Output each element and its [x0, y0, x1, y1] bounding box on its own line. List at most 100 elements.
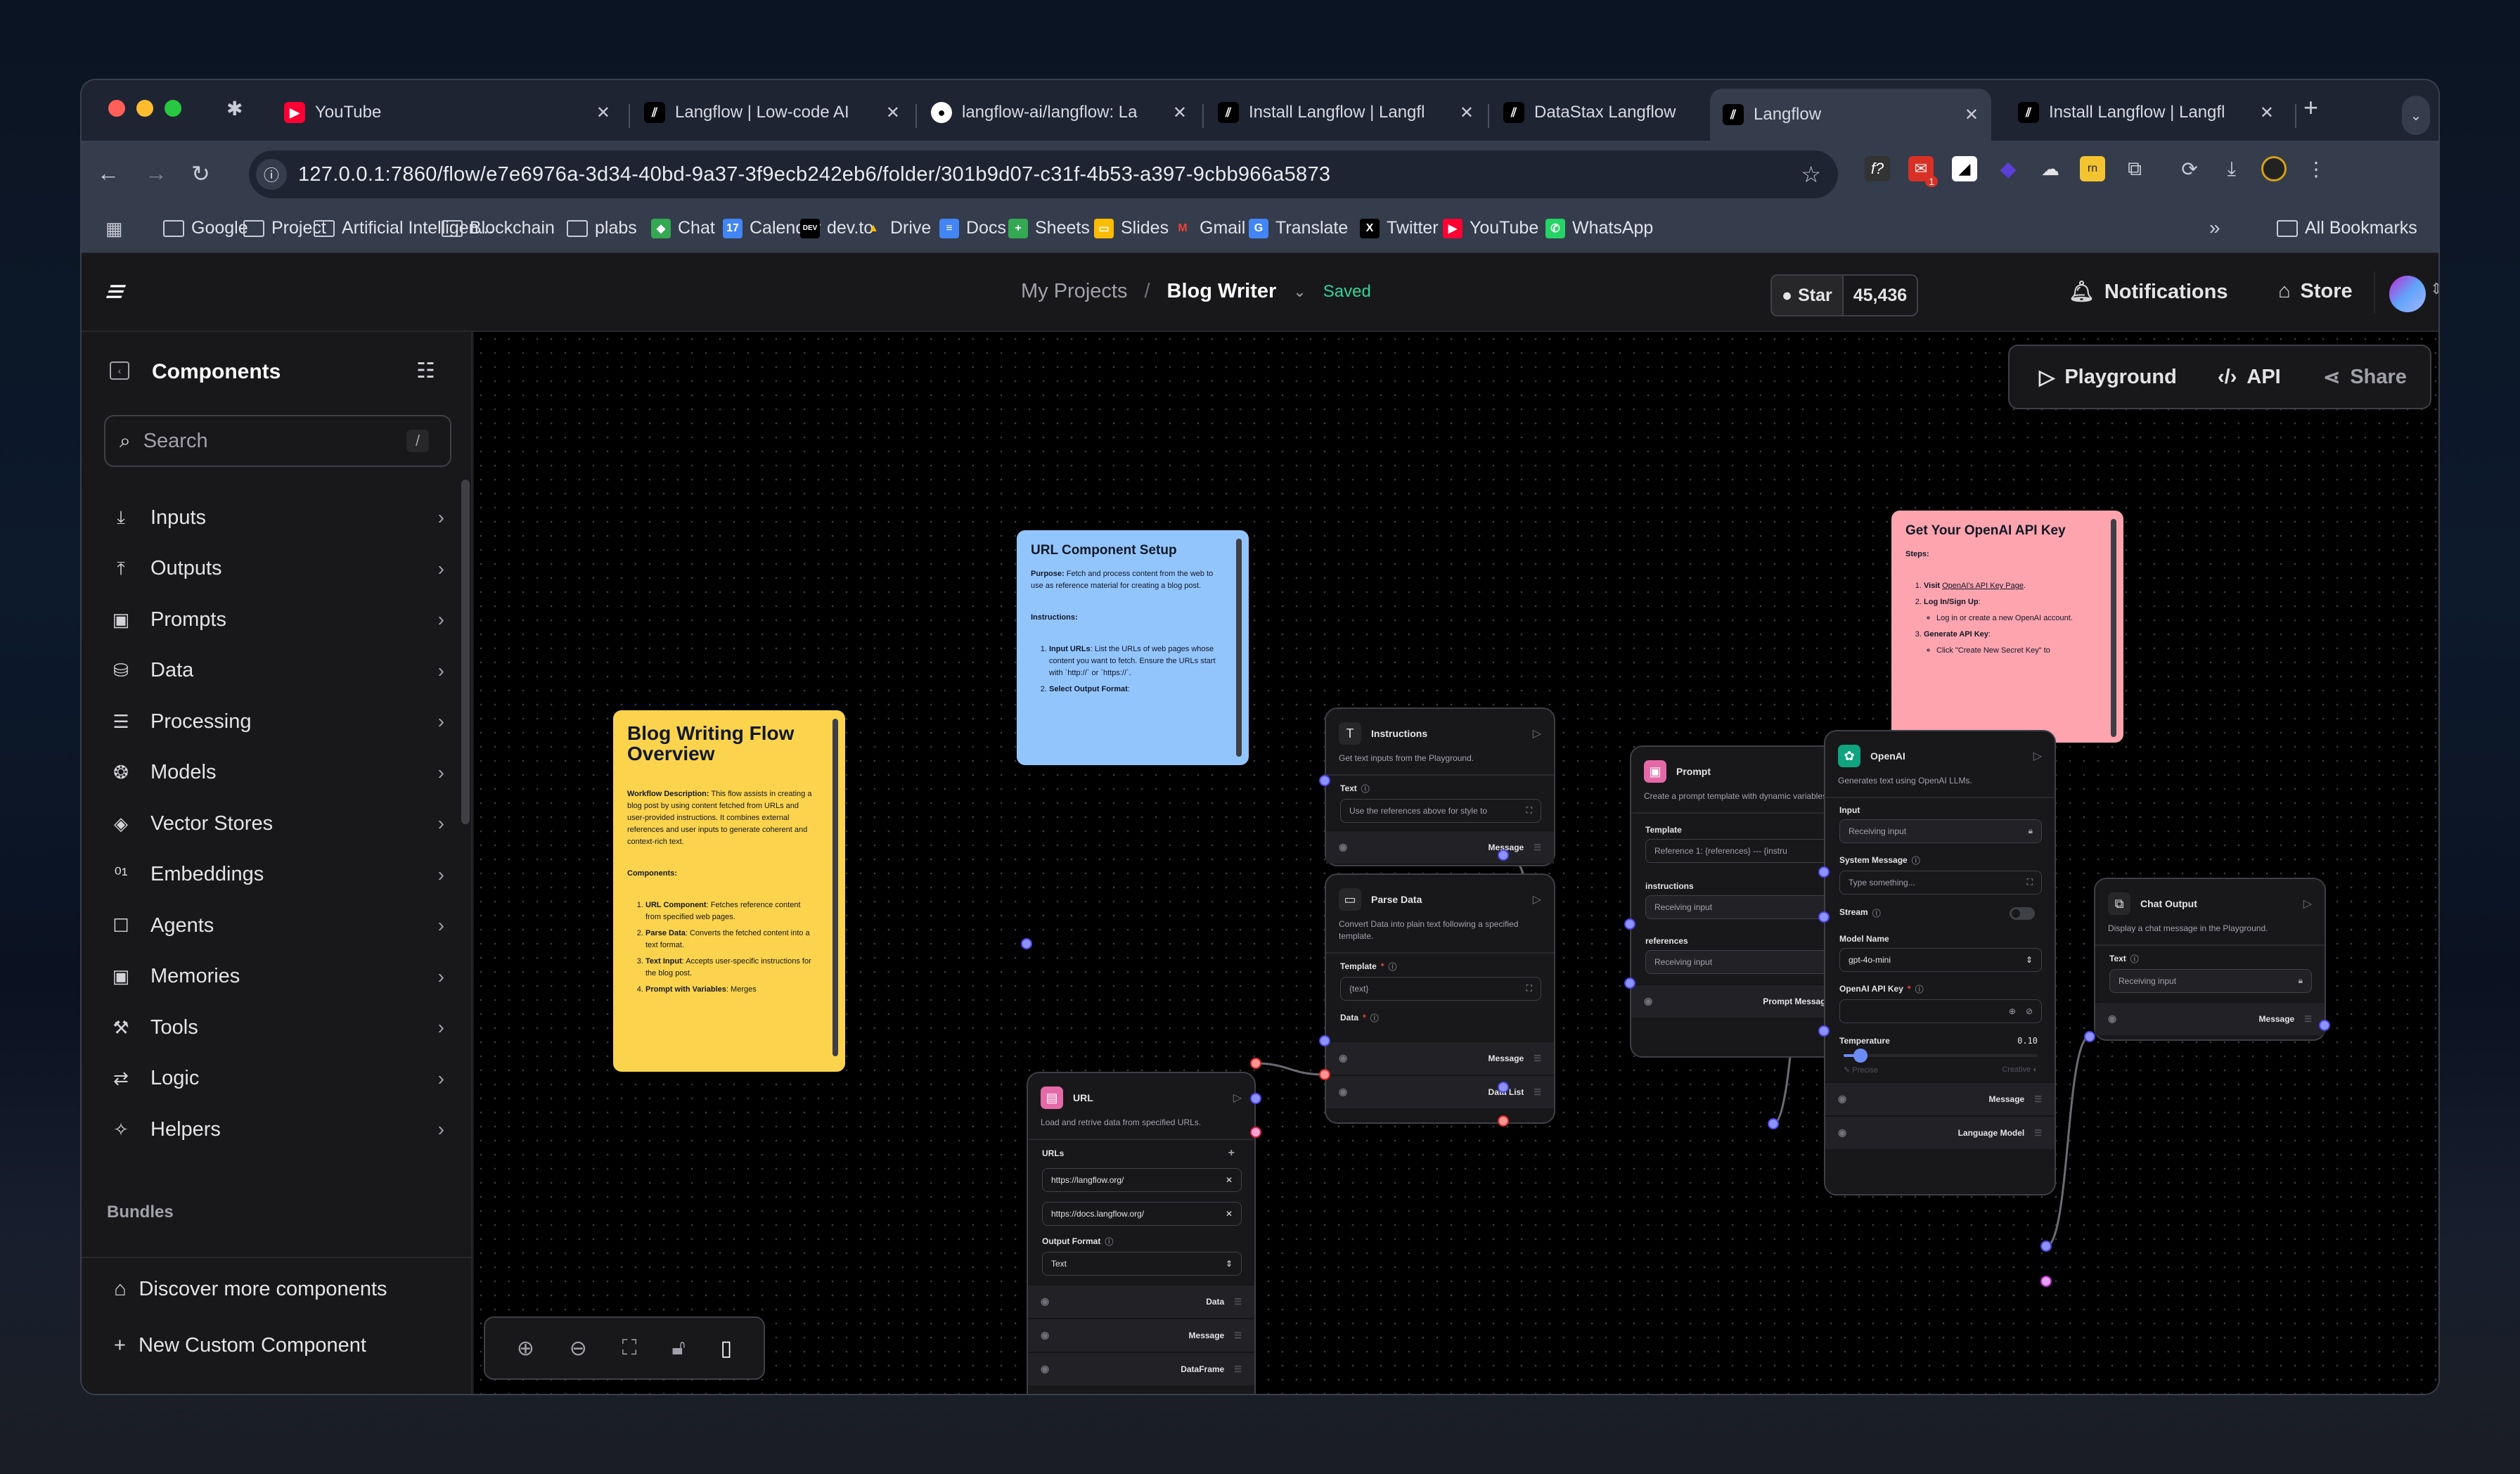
tab-install-langflow-2[interactable]: ⫽ Install Langflow | Langfl ✕	[2005, 90, 2287, 135]
output-format-select[interactable]: Text ⇕	[1042, 1251, 1242, 1276]
close-tab-icon[interactable]: ✕	[1460, 103, 1474, 123]
openai-api-key-link[interactable]: OpenAI's API Key Page	[1942, 582, 2024, 590]
node-url[interactable]: ▤ URL ▷ Load and retrive data from specifi…	[1027, 1072, 1256, 1394]
close-tab-icon[interactable]: ✕	[2260, 103, 2274, 123]
bookmark-item[interactable]: ◆ Chat	[651, 218, 715, 238]
share-button[interactable]: ⋖ Share	[2323, 365, 2407, 390]
chevron-down-icon[interactable]: ⌄	[1293, 283, 1306, 301]
performance-icon[interactable]: ⟳	[2177, 156, 2202, 181]
extension-fx-icon[interactable]: f?	[1865, 156, 1890, 181]
expand-icon[interactable]: ⛶	[1526, 983, 1532, 994]
bookmark-item[interactable]: ▭ Slides	[1094, 218, 1169, 238]
sidebar-item-data[interactable]: ⛁ Data ›	[107, 651, 444, 691]
browser-menu-icon[interactable]: ⋮	[2303, 156, 2329, 181]
more-bookmarks-button[interactable]: »	[2209, 217, 2220, 239]
inspect-output-icon[interactable]: ☰	[2034, 1128, 2042, 1138]
zoom-out-icon[interactable]: ⊖	[570, 1336, 587, 1361]
inspect-output-icon[interactable]: ☰	[2304, 1014, 2312, 1024]
close-tab-icon[interactable]: ✕	[1173, 103, 1187, 123]
expand-icon[interactable]: ⛶	[2027, 877, 2033, 887]
sidebar-item-helpers[interactable]: ✧ Helpers ›	[107, 1110, 444, 1149]
url-bar[interactable]: ⓘ 127.0.0.1:7860/flow/e7e6976a-3d34-40bd…	[249, 150, 1838, 198]
flow-name[interactable]: Blog Writer	[1167, 280, 1277, 303]
inspect-output-icon[interactable]: ☰	[1234, 1331, 1242, 1340]
prompt-instructions-input[interactable]: Receiving input🔒︎	[1645, 895, 1848, 919]
sidebar-item-outputs[interactable]: ⤒ Outputs ›	[107, 549, 444, 589]
system-message-input[interactable]: Type something... ⛶	[1839, 870, 2042, 895]
handle-instructions-input[interactable]	[1319, 775, 1330, 786]
tab-install-langflow[interactable]: ⫽ Install Langflow | Langfl ✕	[1205, 90, 1486, 135]
sidebar-item-prompts[interactable]: ▣ Prompts ›	[107, 600, 444, 639]
handle-url-data-output[interactable]	[1250, 1058, 1261, 1069]
openai-input-field[interactable]: Receiving input 🔒︎	[1839, 819, 2042, 843]
handle-prompt-instructions-input[interactable]	[1624, 918, 1635, 930]
handle-prompt-message-output[interactable]	[1768, 1118, 1779, 1129]
handle-parse-data-input[interactable]	[1319, 1069, 1330, 1080]
expand-icon[interactable]: ⛶	[1526, 805, 1532, 816]
inspect-output-icon[interactable]: ☰	[1234, 1297, 1242, 1307]
new-tab-button[interactable]: +	[2303, 93, 2318, 122]
temperature-slider[interactable]	[1844, 1048, 2038, 1063]
extensions-puzzle-icon[interactable]: ✱	[226, 97, 243, 120]
bookmark-item[interactable]: M Gmail	[1173, 218, 1245, 238]
eye-icon[interactable]: ◉	[1644, 995, 1652, 1007]
remove-url-icon[interactable]: ✕	[1226, 1209, 1233, 1219]
bookmark-item[interactable]: Blockchain	[442, 218, 555, 238]
eye-icon[interactable]: ◉	[1339, 841, 1347, 853]
prompt-template-input[interactable]: Reference 1: {references} --- {instru⛶	[1645, 838, 1848, 863]
breadcrumb-my-projects[interactable]: My Projects	[1021, 280, 1127, 303]
run-component-icon[interactable]: ▷	[1233, 1091, 1242, 1105]
sidebar-item-processing[interactable]: ☰ Processing ›	[107, 702, 444, 741]
inspect-output-icon[interactable]: ☰	[1534, 842, 1541, 852]
tab-langflow-lowcode[interactable]: ⫽ Langflow | Low-code AI ✕	[631, 90, 913, 135]
close-window-button[interactable]	[108, 100, 125, 117]
node-openai[interactable]: ✿ OpenAI ▷ Generates text using OpenAI LLM…	[1824, 730, 2056, 1196]
temperature-slider-handle[interactable]	[1853, 1048, 1868, 1063]
handle-parse-datalist-output[interactable]	[1498, 1115, 1509, 1127]
note-scrollbar[interactable]	[832, 719, 838, 1056]
extension-send-icon[interactable]: ◢	[1952, 156, 1977, 181]
run-component-icon[interactable]: ▷	[2033, 749, 2042, 763]
sidebar-item-memories[interactable]: ▣ Memories ›	[107, 957, 444, 996]
node-chat-output[interactable]: ⧉ Chat Output ▷ Display a chat message in …	[2094, 878, 2326, 1041]
globe-icon[interactable]: ⊕	[2009, 1006, 2016, 1016]
sidebar-item-inputs[interactable]: ⤓ Inputs ›	[107, 498, 444, 537]
sidebar-scrollbar[interactable]	[461, 480, 470, 824]
inspect-output-icon[interactable]: ☰	[1534, 1053, 1541, 1063]
handle-openai-message-output[interactable]	[2040, 1241, 2052, 1252]
note-add-icon[interactable]: ▯	[721, 1336, 733, 1361]
run-component-icon[interactable]: ▷	[2303, 897, 2312, 911]
search-input[interactable]: ⌕ Search /	[104, 415, 451, 467]
bookmark-item[interactable]: DEV dev.to	[800, 218, 873, 238]
tab-search-button[interactable]: ⌄	[2402, 96, 2430, 135]
store-button[interactable]: ⌂ Store	[2278, 280, 2353, 303]
handle-parse-template-input[interactable]	[1319, 1035, 1330, 1046]
sidebar-item-agents[interactable]: ☐ Agents ›	[107, 906, 444, 945]
account-menu-chevron-icon[interactable]: ⇕	[2430, 280, 2438, 298]
url-input-1[interactable]: https://langflow.org/ ✕	[1042, 1167, 1242, 1192]
filter-settings-icon[interactable]: ☷	[416, 359, 435, 383]
inspect-output-icon[interactable]: ☰	[1534, 1087, 1541, 1097]
sidebar-item-tools[interactable]: ⚒ Tools ›	[107, 1008, 444, 1047]
forward-button[interactable]: →	[145, 160, 167, 186]
tab-youtube[interactable]: ▶ YouTube ✕	[271, 90, 623, 135]
remove-url-icon[interactable]: ✕	[1226, 1175, 1233, 1185]
node-parse-data[interactable]: ▭ Parse Data ▷ Convert Data into plain tex…	[1325, 873, 1555, 1124]
sidebar-item-models[interactable]: ❂ Models ›	[107, 753, 444, 793]
sidebar-item-logic[interactable]: ⇄ Logic ›	[107, 1059, 444, 1098]
handle-prompt-references-input[interactable]	[1624, 978, 1635, 989]
handle-openai-model-output[interactable]	[2040, 1276, 2052, 1287]
model-name-select[interactable]: gpt-4o-mini ⇕	[1839, 947, 2042, 972]
run-component-icon[interactable]: ▷	[1533, 892, 1541, 906]
bookmark-item[interactable]: ≡ Docs	[939, 218, 1006, 238]
handle-url-input[interactable]	[1021, 938, 1032, 949]
back-button[interactable]: ←	[97, 160, 120, 186]
bookmark-item[interactable]: plabs	[567, 218, 637, 238]
download-icon[interactable]: ⤓	[2219, 156, 2244, 181]
eye-icon[interactable]: ◉	[1041, 1295, 1049, 1307]
sidebar-item-embeddings[interactable]: ⁰¹ Embeddings ›	[107, 855, 444, 895]
handle-openai-apikey-input[interactable]	[1818, 1025, 1830, 1037]
site-info-icon[interactable]: ⓘ	[256, 159, 287, 190]
eye-icon[interactable]: ◉	[1041, 1329, 1049, 1341]
eye-icon[interactable]: ◉	[1041, 1363, 1049, 1375]
